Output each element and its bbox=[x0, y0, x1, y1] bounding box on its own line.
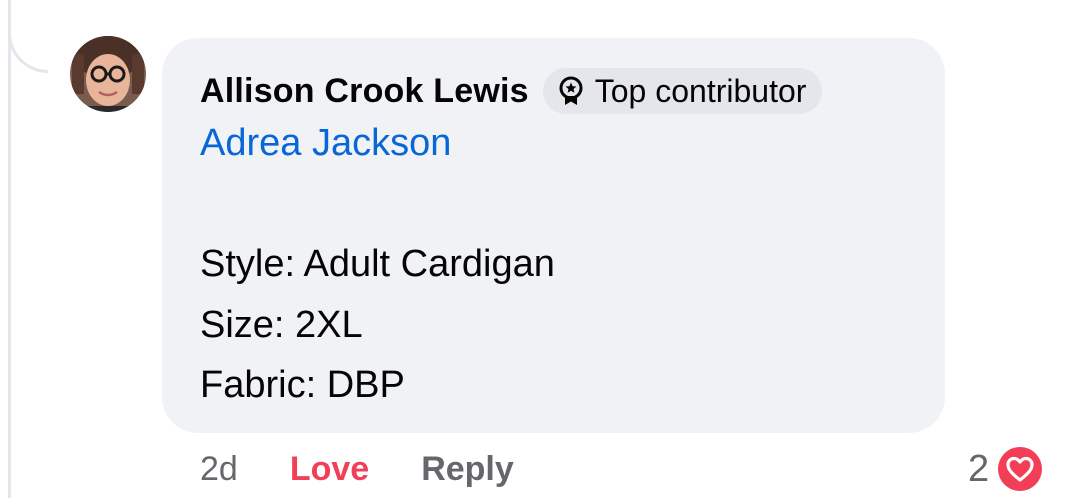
mention-link[interactable]: Adrea Jackson bbox=[200, 122, 451, 165]
comment-line: Style: Adult Cardigan bbox=[200, 243, 555, 285]
love-heart-icon bbox=[995, 444, 1046, 494]
comment-bubble: Allison Crook Lewis Top contributor Adre… bbox=[162, 38, 945, 433]
reaction-count: 2 bbox=[968, 447, 990, 490]
reply-button[interactable]: Reply bbox=[421, 450, 514, 489]
avatar-image bbox=[70, 36, 146, 112]
comment-thread: Allison Crook Lewis Top contributor Adre… bbox=[0, 0, 1080, 498]
avatar[interactable] bbox=[70, 36, 146, 112]
timestamp[interactable]: 2d bbox=[200, 450, 238, 489]
reaction-summary[interactable]: 2 bbox=[968, 444, 1046, 494]
badge-ribbon-icon bbox=[557, 76, 585, 106]
badge-label: Top contributor bbox=[594, 72, 807, 109]
author-row: Allison Crook Lewis Top contributor bbox=[200, 68, 823, 114]
comment-line: Size: 2XL bbox=[200, 304, 363, 346]
thread-line bbox=[8, 0, 11, 498]
top-contributor-badge[interactable]: Top contributor bbox=[542, 68, 823, 114]
love-reaction-button[interactable]: Love bbox=[290, 450, 369, 489]
comment-line: Fabric: DBP bbox=[200, 364, 405, 406]
thread-connector bbox=[8, 0, 48, 73]
comment-actions: 2d Love Reply bbox=[200, 450, 514, 489]
author-name[interactable]: Allison Crook Lewis bbox=[200, 72, 529, 111]
